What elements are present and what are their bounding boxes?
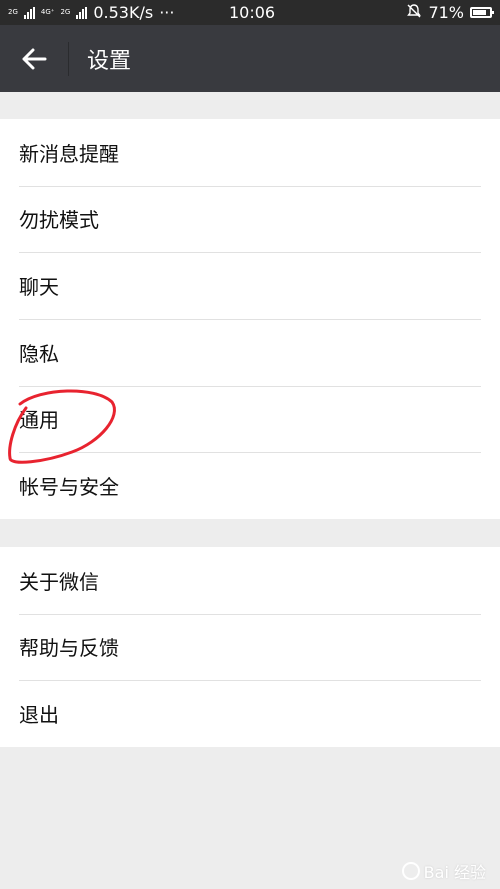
app-header: 设置 <box>0 25 500 92</box>
menu-item-label: 新消息提醒 <box>19 141 119 166</box>
menu-item-about[interactable]: 关于微信 <box>0 547 500 614</box>
status-bar: 2G 4G⁺ 2G 0.53K/s ··· 10:06 71% <box>0 0 500 25</box>
baidu-watermark: Bai 经验 <box>401 859 486 883</box>
mute-bell-icon <box>406 3 422 23</box>
menu-item-account-security[interactable]: 帐号与安全 <box>0 452 500 519</box>
menu-item-label: 勿扰模式 <box>19 208 99 233</box>
menu-item-label: 关于微信 <box>19 569 99 594</box>
menu-item-label: 通用 <box>19 408 59 433</box>
battery-icon <box>470 7 494 18</box>
menu-item-logout[interactable]: 退出 <box>0 680 500 747</box>
page-title: 设置 <box>87 48 132 74</box>
menu-item-do-not-disturb[interactable]: 勿扰模式 <box>0 185 500 253</box>
menu-item-label: 退出 <box>19 703 59 728</box>
menu-item-notifications[interactable]: 新消息提醒 <box>0 119 500 186</box>
arrow-left-icon[interactable] <box>0 25 68 92</box>
menu-item-label: 帐号与安全 <box>19 475 119 500</box>
menu-item-chat[interactable]: 聊天 <box>0 252 500 319</box>
clock: 10:06 <box>229 3 276 22</box>
watermark-text: Bai 经验 <box>423 863 486 882</box>
menu-item-help-feedback[interactable]: 帮助与反馈 <box>0 613 500 681</box>
signal-icon-secondary <box>76 6 88 19</box>
status-right: 71% <box>406 3 494 23</box>
menu-item-privacy[interactable]: 隐私 <box>0 318 500 386</box>
battery-percent: 71% <box>428 3 464 22</box>
network-speed: 0.53K/s <box>93 3 154 22</box>
settings-group-main: 新消息提醒 勿扰模式 聊天 隐私 通用 帐号与安全 <box>0 119 500 519</box>
header-divider <box>68 41 69 76</box>
status-left: 2G 4G⁺ 2G 0.53K/s ··· <box>8 3 174 22</box>
menu-item-general[interactable]: 通用 <box>0 385 500 453</box>
network-2g-secondary-label: 2G <box>60 8 71 16</box>
network-4g-plus-label: 4G⁺ <box>40 8 55 16</box>
settings-group-secondary: 关于微信 帮助与反馈 退出 <box>0 547 500 747</box>
signal-icon <box>23 6 35 19</box>
menu-item-label: 聊天 <box>19 275 59 300</box>
menu-item-label: 帮助与反馈 <box>19 636 119 661</box>
more-dots: ··· <box>159 3 175 22</box>
paw-logo-icon <box>401 862 420 880</box>
menu-item-label: 隐私 <box>19 341 59 366</box>
network-2g-label: 2G <box>8 8 18 16</box>
